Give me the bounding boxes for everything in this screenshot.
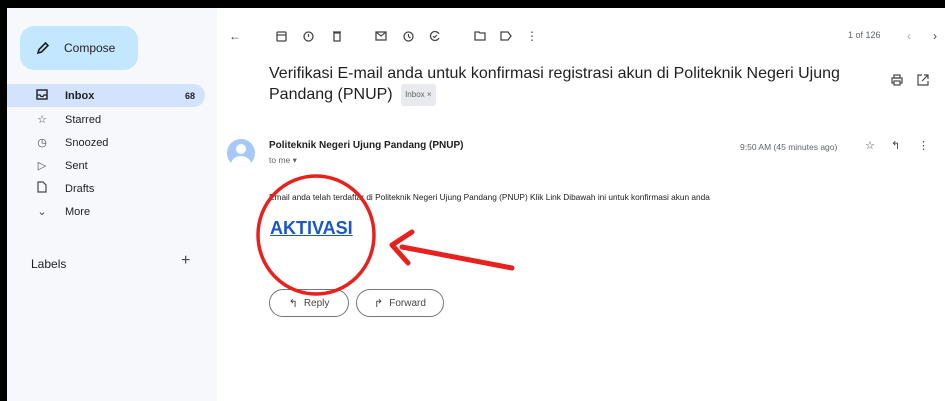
email-timestamp: 9:50 AM (45 minutes ago) bbox=[740, 142, 838, 152]
sender-name[interactable]: Politeknik Negeri Ujung Pandang (PNUP) bbox=[269, 140, 463, 151]
sidebar-item-drafts[interactable]: Drafts bbox=[7, 177, 205, 200]
label-icon[interactable] bbox=[496, 26, 516, 46]
email-subject: Verifikasi E-mail anda untuk konfirmasi … bbox=[269, 64, 869, 106]
pencil-icon bbox=[36, 41, 50, 55]
reply-arrow-icon: ↰ bbox=[288, 297, 298, 310]
open-in-new-window-icon[interactable] bbox=[917, 74, 929, 89]
email-body: Email anda telah terdaftar di Politeknik… bbox=[269, 192, 710, 202]
recipient-details[interactable]: to me ▾ bbox=[269, 155, 297, 166]
send-icon: ▷ bbox=[37, 160, 47, 172]
sidebar-item-label: More bbox=[65, 205, 91, 218]
sidebar-item-label: Snoozed bbox=[65, 136, 109, 149]
sidebar-item-label: Inbox bbox=[65, 89, 95, 102]
labels-heading: Labels bbox=[31, 257, 67, 271]
reply-label: Reply bbox=[303, 297, 330, 309]
clock-icon: ◷ bbox=[37, 137, 47, 149]
more-vert-icon[interactable]: ⋮ bbox=[918, 139, 929, 152]
snooze-icon[interactable] bbox=[398, 26, 418, 46]
pager-text: 1 of 126 bbox=[848, 30, 881, 40]
archive-icon[interactable] bbox=[271, 26, 291, 46]
sidebar-item-label: Sent bbox=[65, 159, 88, 172]
toolbar: ← ⋮ 1 of 126 ‹ › bbox=[217, 24, 945, 54]
compose-label: Compose bbox=[64, 41, 116, 55]
add-task-icon[interactable] bbox=[425, 26, 445, 46]
newer-icon[interactable]: ‹ bbox=[899, 26, 919, 46]
star-icon[interactable]: ☆ bbox=[865, 139, 875, 152]
sidebar-item-label: Drafts bbox=[65, 182, 95, 195]
more-vert-icon[interactable]: ⋮ bbox=[522, 26, 542, 46]
reply-icon[interactable]: ↰ bbox=[891, 139, 900, 152]
older-icon[interactable]: › bbox=[925, 26, 945, 46]
star-icon: ☆ bbox=[37, 114, 47, 126]
draft-icon bbox=[35, 181, 49, 196]
sidebar-item-inbox[interactable]: Inbox 68 bbox=[7, 84, 205, 107]
delete-icon[interactable] bbox=[327, 26, 347, 46]
report-spam-icon[interactable] bbox=[298, 26, 318, 46]
move-to-icon[interactable] bbox=[470, 26, 490, 46]
inbox-icon bbox=[35, 88, 49, 103]
subject-text: Verifikasi E-mail anda untuk konfirmasi … bbox=[269, 65, 840, 103]
reply-button[interactable]: ↰ Reply bbox=[269, 289, 349, 317]
sidebar-item-starred[interactable]: ☆ Starred bbox=[7, 108, 205, 131]
gmail-window: Compose Inbox 68 ☆ Starred ◷ Snoozed ▷ S… bbox=[7, 8, 945, 401]
chevron-down-icon: ⌄ bbox=[37, 206, 47, 218]
print-icon[interactable] bbox=[891, 74, 903, 89]
avatar[interactable] bbox=[227, 139, 255, 167]
forward-button[interactable]: ↱ Forward bbox=[356, 289, 444, 317]
forward-arrow-icon: ↱ bbox=[374, 297, 384, 310]
unread-count: 68 bbox=[184, 90, 195, 101]
compose-button[interactable]: Compose bbox=[20, 26, 138, 70]
inbox-badge[interactable]: Inbox × bbox=[401, 84, 436, 106]
mark-unread-icon[interactable] bbox=[371, 26, 391, 46]
sidebar: Compose Inbox 68 ☆ Starred ◷ Snoozed ▷ S… bbox=[7, 8, 217, 401]
forward-label: Forward bbox=[389, 297, 426, 309]
sidebar-item-more[interactable]: ⌄ More bbox=[7, 200, 205, 223]
activation-link[interactable]: AKTIVASI bbox=[270, 218, 353, 239]
sidebar-item-snoozed[interactable]: ◷ Snoozed bbox=[7, 131, 205, 154]
back-arrow-icon[interactable]: ← bbox=[225, 26, 245, 46]
add-label-button[interactable]: + bbox=[181, 252, 190, 270]
sidebar-item-label: Starred bbox=[65, 113, 102, 126]
sidebar-item-sent[interactable]: ▷ Sent bbox=[7, 154, 205, 177]
